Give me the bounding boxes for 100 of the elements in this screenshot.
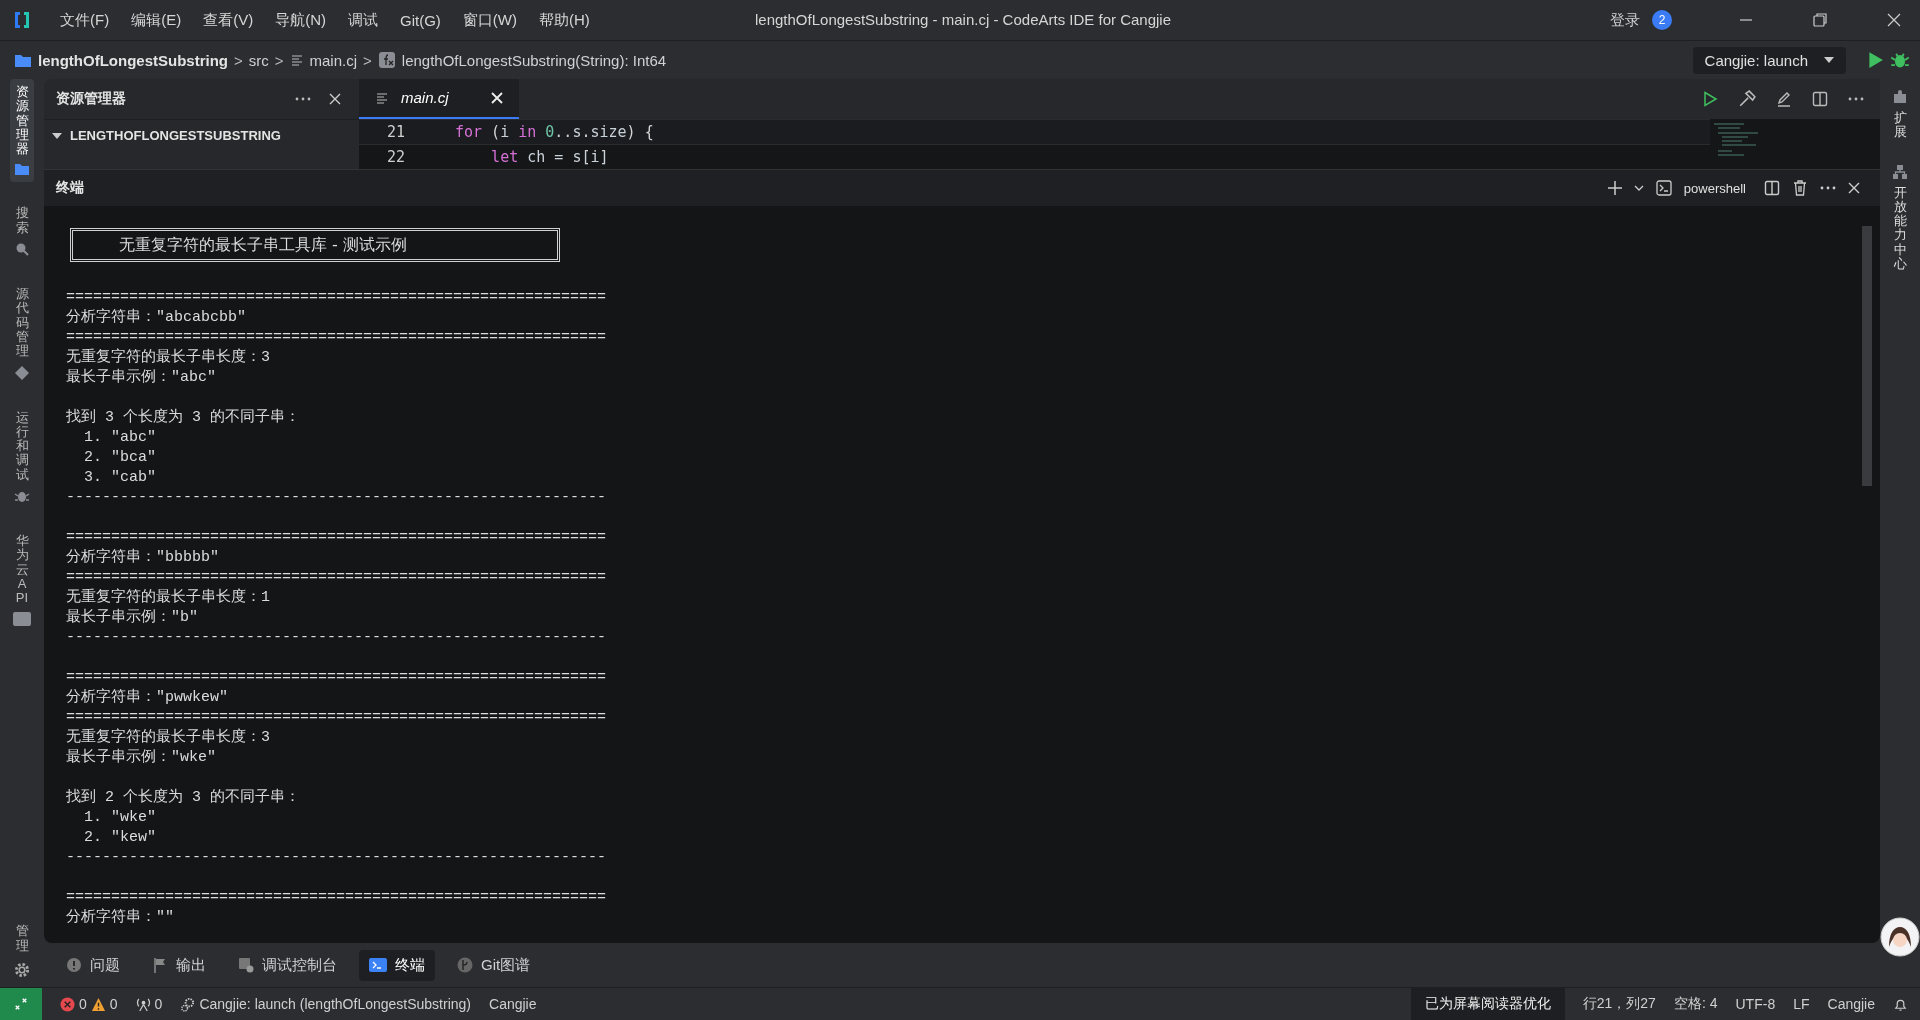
git-graph-icon: [457, 957, 473, 973]
puzzle-icon: [1892, 89, 1908, 105]
screen-reader-status[interactable]: 已为屏幕阅读器优化: [1410, 988, 1565, 1020]
breadcrumb-item[interactable]: lengthOfLongestSubstring: [38, 51, 228, 69]
terminal-shell-label[interactable]: powershell: [1683, 180, 1746, 196]
activity-item[interactable]: 华为云 API: [9, 528, 35, 632]
breadcrumb-item[interactable]: lengthOfLongestSubstring(String): Int64: [401, 51, 667, 69]
breadcrumb-separator: >: [234, 51, 243, 69]
tree-item[interactable]: LENGTHOFLONGESTSUBSTRING: [44, 120, 359, 151]
panel-tab[interactable]: 终端: [359, 949, 435, 981]
split-terminal-icon[interactable]: [1764, 180, 1780, 196]
editor-tab[interactable]: main.cj: [359, 78, 519, 120]
plus-icon[interactable]: [1607, 181, 1622, 195]
close-icon[interactable]: [1848, 182, 1860, 194]
panel-title: 资源管理器: [56, 90, 126, 108]
line-ending-status[interactable]: LF: [1793, 996, 1810, 1012]
terminal-line: ------------------------------------------------------------: [66, 628, 608, 648]
panel-tab[interactable]: 调试控制台: [228, 949, 347, 981]
file-lines-icon: [375, 90, 389, 105]
panel-tab[interactable]: 问题: [56, 949, 130, 981]
terminal-line: 3. "cab": [83, 468, 157, 488]
hierarchy-icon: [1892, 163, 1908, 180]
notification-badge[interactable]: 2: [1652, 10, 1672, 30]
terminal-line: 分析字符串："pwwkew": [66, 688, 229, 708]
app-logo-icon: [12, 10, 32, 30]
avatar-icon[interactable]: [1880, 917, 1920, 957]
settings-icon[interactable]: [13, 961, 31, 979]
terminal-line: ============================================================: [66, 288, 608, 308]
breadcrumb-separator: >: [363, 51, 372, 69]
menu-item[interactable]: 窗口(W): [462, 10, 517, 30]
terminal-line: ============================================================: [66, 328, 608, 348]
language-mode-status[interactable]: Cangjie: [1827, 996, 1875, 1012]
antenna-icon: [135, 996, 151, 1012]
activity-item[interactable]: 搜索: [10, 200, 34, 264]
alert-icon: [66, 957, 82, 973]
more-icon[interactable]: [1820, 186, 1836, 190]
activity-item[interactable]: 运行和调试: [10, 404, 34, 511]
breadcrumb-item[interactable]: src: [248, 51, 269, 69]
run-config-dropdown[interactable]: Cangjie: launch: [1692, 46, 1846, 74]
close-icon[interactable]: [1886, 12, 1902, 28]
line-number: 22: [385, 148, 405, 166]
activity-item[interactable]: 资源管理器: [10, 79, 34, 183]
debug-console-icon: [238, 957, 254, 973]
cursor-position[interactable]: 行21，列27: [1582, 995, 1656, 1013]
menu-item[interactable]: 编辑(E): [131, 10, 182, 30]
breadcrumb-separator: >: [274, 51, 284, 69]
ports-status[interactable]: 0: [135, 996, 163, 1012]
sidebar-item[interactable]: 开放能力中心: [1892, 163, 1908, 272]
run-icon[interactable]: [1702, 91, 1718, 107]
more-icon[interactable]: [295, 97, 311, 101]
scrollbar-thumb[interactable]: [1862, 226, 1872, 486]
hammer-icon[interactable]: [1738, 90, 1756, 108]
trash-icon[interactable]: [1792, 180, 1808, 196]
encoding-status[interactable]: UTF-8: [1735, 996, 1776, 1012]
terminal-line: ============================================================: [66, 888, 608, 908]
gears-icon: [180, 996, 196, 1012]
search-icon: [14, 241, 30, 258]
close-icon[interactable]: [329, 93, 341, 105]
launch-status[interactable]: Cangjie: launch (lengthOfLongestSubstring): [180, 996, 471, 1012]
more-icon[interactable]: [1848, 97, 1864, 101]
menu-item[interactable]: 帮助(H): [538, 10, 590, 30]
language-status[interactable]: Cangjie: [489, 996, 537, 1012]
terminal-line: ============================================================: [66, 668, 608, 688]
flag-icon: [152, 957, 168, 973]
panel-tab[interactable]: 输出: [142, 949, 216, 981]
terminal-line: 无重复字符的最长子串长度：3: [66, 348, 271, 368]
terminal-line: 找到 3 个长度为 3 的不同子串：: [66, 408, 301, 428]
indentation-status[interactable]: 空格: 4: [1673, 995, 1718, 1013]
terminal-line: ------------------------------------------------------------: [66, 848, 608, 868]
terminal-line: 最长子串示例："b": [66, 608, 199, 628]
menu-item[interactable]: Git(G): [400, 11, 441, 29]
breadcrumb-item[interactable]: main.cj: [309, 51, 358, 69]
panel-title: 终端: [56, 179, 84, 197]
menu-item[interactable]: 调试: [348, 10, 378, 30]
error-icon: [60, 996, 75, 1012]
pencil-icon[interactable]: [1776, 91, 1792, 107]
terminal-line: ------------------------------------------------------------: [66, 488, 608, 508]
restore-icon[interactable]: [1812, 12, 1828, 28]
line-number: 21: [385, 123, 405, 141]
menu-item[interactable]: 导航(N): [275, 10, 326, 30]
api-icon: [13, 611, 31, 626]
run-icon[interactable]: [1866, 51, 1884, 69]
problems-status[interactable]: 0 0: [60, 996, 118, 1012]
remote-icon: [14, 997, 28, 1011]
chevron-down-icon[interactable]: [1633, 185, 1644, 191]
terminal-icon: [1655, 180, 1672, 196]
sidebar-item[interactable]: 扩展: [1892, 89, 1908, 140]
manage-label[interactable]: 管理: [15, 924, 29, 953]
menu-item[interactable]: 文件(F): [60, 10, 110, 30]
function-icon: [377, 51, 396, 69]
terminal-line: 无重复字符的最长子串长度：3: [66, 728, 271, 748]
terminal-line: 2. "kew": [83, 828, 157, 848]
menu-item[interactable]: 查看(V): [203, 10, 254, 30]
activity-item[interactable]: 源代码管理: [10, 281, 34, 387]
panel-tab[interactable]: Git图谱: [447, 949, 541, 981]
code-line: let ch = s[i]: [490, 148, 609, 166]
split-editor-icon[interactable]: [1812, 91, 1828, 107]
terminal-line: ============================================================: [66, 568, 608, 588]
terminal-line: ============================================================: [66, 708, 608, 728]
login-link[interactable]: 登录: [1610, 10, 1640, 30]
